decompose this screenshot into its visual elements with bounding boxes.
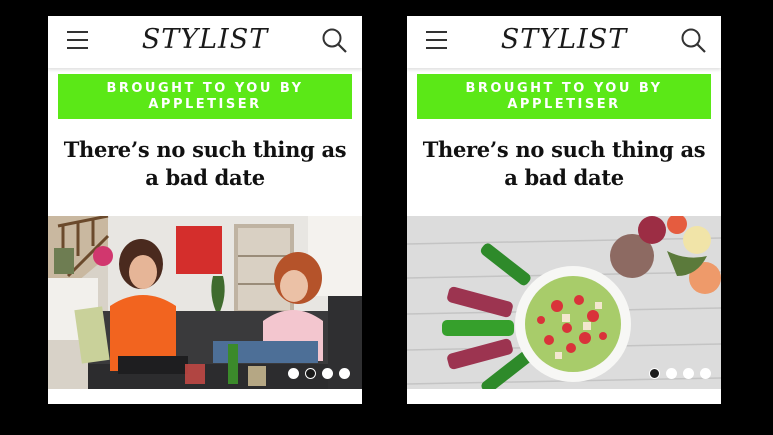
article-headline: There’s no such thing as a bad date — [422, 137, 706, 190]
carousel-dot[interactable] — [666, 368, 677, 379]
carousel-dot-active[interactable] — [649, 368, 660, 379]
carousel-dot[interactable] — [339, 368, 350, 379]
page-bottom — [407, 389, 721, 404]
carousel-dot[interactable] — [683, 368, 694, 379]
brand-logo[interactable]: STYLIST — [48, 24, 362, 55]
page-bottom — [48, 389, 362, 404]
carousel-dot-active[interactable] — [305, 368, 316, 379]
site-header: STYLIST — [48, 16, 362, 68]
sponsor-banner[interactable]: BROUGHT TO YOU BY APPLETISER — [58, 74, 352, 119]
carousel-dot[interactable] — [288, 368, 299, 379]
brand-logo[interactable]: STYLIST — [407, 24, 721, 55]
hero-image[interactable] — [407, 216, 721, 389]
phone-screen-right: STYLIST BROUGHT TO YOU BY APPLETISER The… — [407, 16, 721, 404]
site-header: STYLIST — [407, 16, 721, 68]
salad-table-photo — [407, 216, 721, 389]
living-room-photo — [48, 216, 362, 389]
search-icon[interactable] — [680, 27, 707, 54]
carousel-dot[interactable] — [700, 368, 711, 379]
sponsor-banner[interactable]: BROUGHT TO YOU BY APPLETISER — [417, 74, 711, 119]
carousel-dots — [649, 368, 711, 379]
hero-image[interactable] — [48, 216, 362, 389]
carousel-dots — [288, 368, 350, 379]
search-icon[interactable] — [321, 27, 348, 54]
phone-screen-left: STYLIST BROUGHT TO YOU BY APPLETISER The… — [48, 16, 362, 404]
carousel-dot[interactable] — [322, 368, 333, 379]
article-headline: There’s no such thing as a bad date — [63, 137, 347, 190]
